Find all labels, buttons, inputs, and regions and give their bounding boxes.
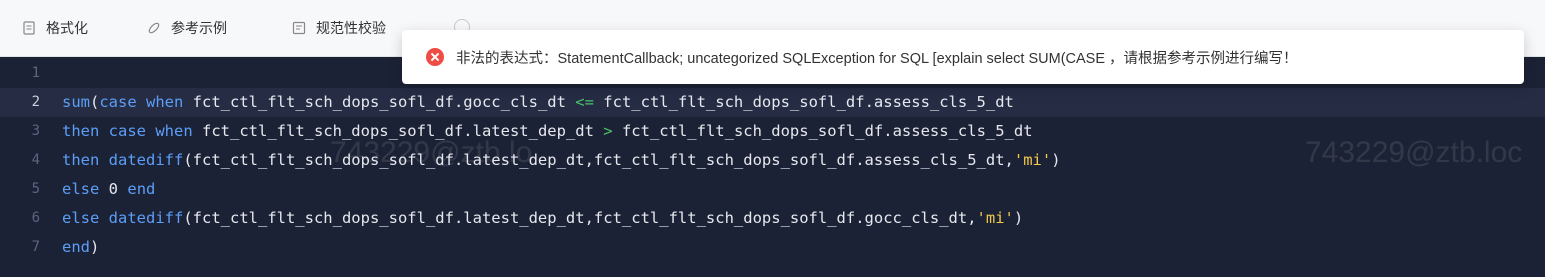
code-text: sum(case when fct_ctl_flt_sch_dops_sofl_…	[62, 93, 1014, 111]
code-line-active[interactable]: 2 sum(case when fct_ctl_flt_sch_dops_sof…	[0, 88, 1545, 117]
example-label: 参考示例	[171, 20, 227, 36]
code-text: then datediff(fct_ctl_flt_sch_dops_sofl_…	[62, 151, 1061, 169]
checklist-icon	[292, 21, 306, 35]
line-number: 2	[31, 94, 40, 110]
validate-label: 规范性校验	[316, 20, 386, 36]
code-text: else datediff(fct_ctl_flt_sch_dops_sofl_…	[62, 209, 1024, 227]
example-button[interactable]: 参考示例	[147, 17, 227, 39]
code-line[interactable]: 5 else 0 end	[0, 175, 1545, 204]
code-line[interactable]: 4 then datediff(fct_ctl_flt_sch_dops_sof…	[0, 146, 1545, 175]
line-number: 7	[31, 239, 40, 255]
format-label: 格式化	[46, 20, 88, 36]
error-icon	[426, 48, 444, 66]
format-button[interactable]: 格式化	[22, 17, 88, 39]
code-editor[interactable]: 743229@ztb.lo 743229@ztb.loc 1 2 sum(cas…	[0, 57, 1545, 277]
document-icon	[22, 21, 36, 35]
validate-button[interactable]: 规范性校验	[292, 17, 386, 39]
error-message: 非法的表达式：StatementCallback; uncategorized …	[456, 50, 1298, 67]
error-toast: 非法的表达式：StatementCallback; uncategorized …	[402, 30, 1524, 84]
line-number: 1	[31, 65, 40, 81]
link-icon	[147, 21, 161, 35]
code-line[interactable]: 3 then case when fct_ctl_flt_sch_dops_so…	[0, 117, 1545, 146]
code-text: else 0 end	[62, 180, 156, 198]
line-number: 6	[31, 210, 40, 226]
line-number: 5	[31, 181, 40, 197]
line-number: 3	[31, 123, 40, 139]
code-text: end)	[62, 238, 100, 256]
line-number: 4	[31, 152, 40, 168]
code-text: then case when fct_ctl_flt_sch_dops_sofl…	[62, 122, 1033, 140]
code-line[interactable]: 6 else datediff(fct_ctl_flt_sch_dops_sof…	[0, 204, 1545, 233]
code-line[interactable]: 7 end)	[0, 233, 1545, 262]
